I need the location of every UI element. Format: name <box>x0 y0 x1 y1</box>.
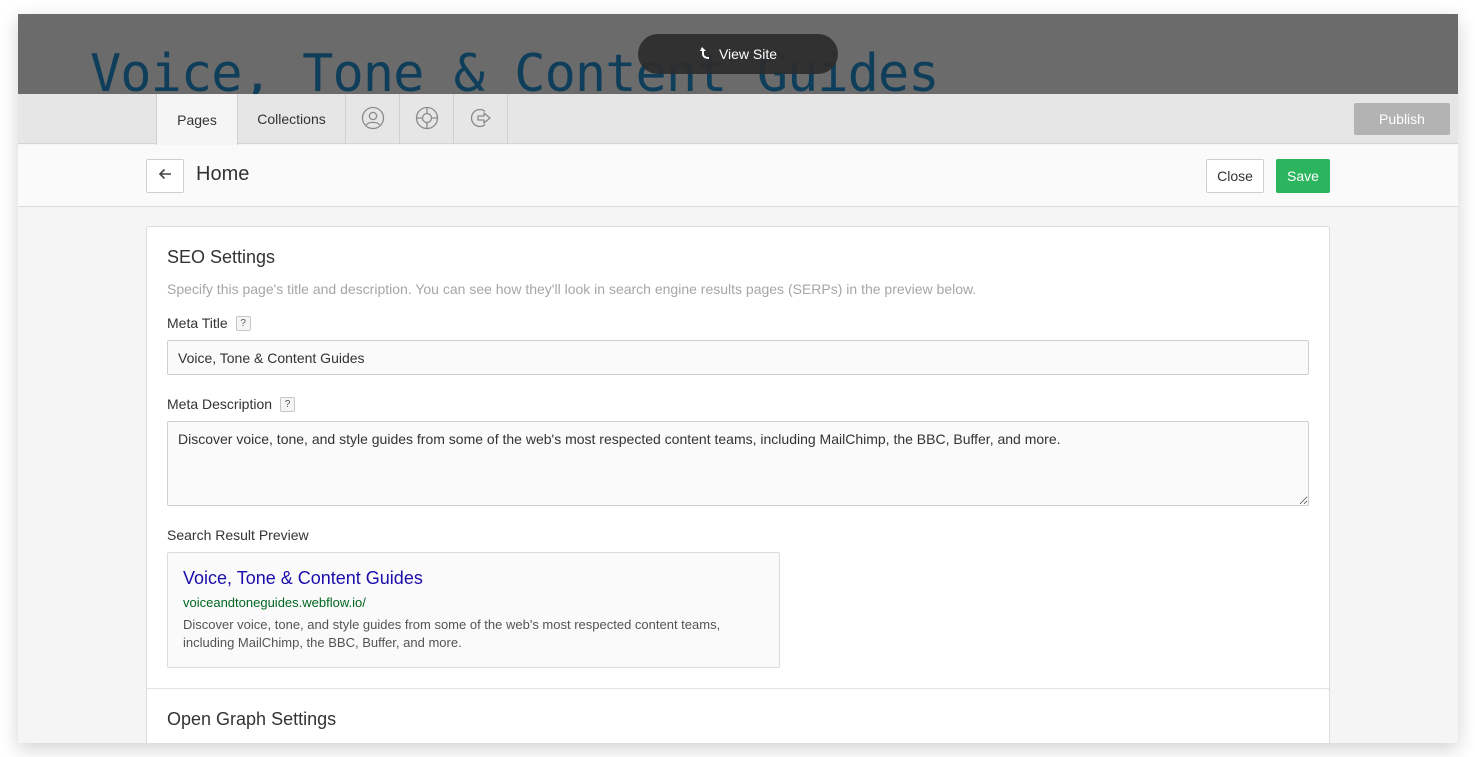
meta-description-label-text: Meta Description <box>167 396 273 412</box>
editor-window: Voice, Tone & Content Guides View Site P… <box>18 14 1458 743</box>
tab-pages-label: Pages <box>177 111 217 128</box>
user-icon <box>361 106 385 133</box>
search-result-preview-label: Search Result Preview <box>167 527 309 543</box>
editor-toolbar: Pages Collections Publish <box>18 94 1458 145</box>
search-result-preview: Voice, Tone & Content Guides voiceandton… <box>167 552 780 668</box>
publish-button[interactable]: Publish <box>1354 103 1450 135</box>
tab-help[interactable] <box>400 94 454 144</box>
meta-description-textarea[interactable]: Discover voice, tone, and style guides f… <box>167 421 1309 506</box>
meta-title-label-text: Meta Title <box>167 315 228 331</box>
view-site-button[interactable]: View Site <box>638 34 838 74</box>
seo-settings-description: Specify this page's title and descriptio… <box>167 281 977 297</box>
settings-card: SEO Settings Specify this page's title a… <box>146 226 1330 743</box>
close-button[interactable]: Close <box>1206 159 1264 193</box>
back-button[interactable] <box>146 159 184 193</box>
tab-pages[interactable]: Pages <box>156 94 238 145</box>
lifebuoy-icon <box>415 106 439 133</box>
page-title: Home <box>196 163 250 185</box>
tab-account[interactable] <box>346 94 400 144</box>
page-header: Home Close Save <box>18 145 1458 207</box>
tab-collections-label: Collections <box>257 111 326 127</box>
meta-title-input[interactable] <box>167 340 1309 375</box>
arrow-left-icon <box>158 167 172 186</box>
view-site-label: View Site <box>718 46 778 62</box>
site-preview-background: Voice, Tone & Content Guides View Site <box>18 14 1458 94</box>
seo-settings-title: SEO Settings <box>167 247 276 267</box>
open-graph-settings-title: Open Graph Settings <box>167 709 337 729</box>
preview-title: Voice, Tone & Content Guides <box>183 568 423 588</box>
tab-collections[interactable]: Collections <box>238 94 346 144</box>
preview-url: voiceandtoneguides.webflow.io/ <box>183 595 366 610</box>
meta-description-label: Meta Description ? <box>167 396 296 412</box>
save-button[interactable]: Save <box>1276 159 1330 193</box>
arrow-up-left-icon <box>699 46 711 63</box>
preview-description: Discover voice, tone, and style guides f… <box>183 617 721 650</box>
meta-title-label: Meta Title ? <box>167 315 251 331</box>
logout-icon <box>469 106 493 133</box>
help-icon[interactable]: ? <box>280 396 296 412</box>
tab-exit[interactable] <box>454 94 508 144</box>
help-icon[interactable]: ? <box>235 315 251 331</box>
section-divider <box>147 688 1329 689</box>
